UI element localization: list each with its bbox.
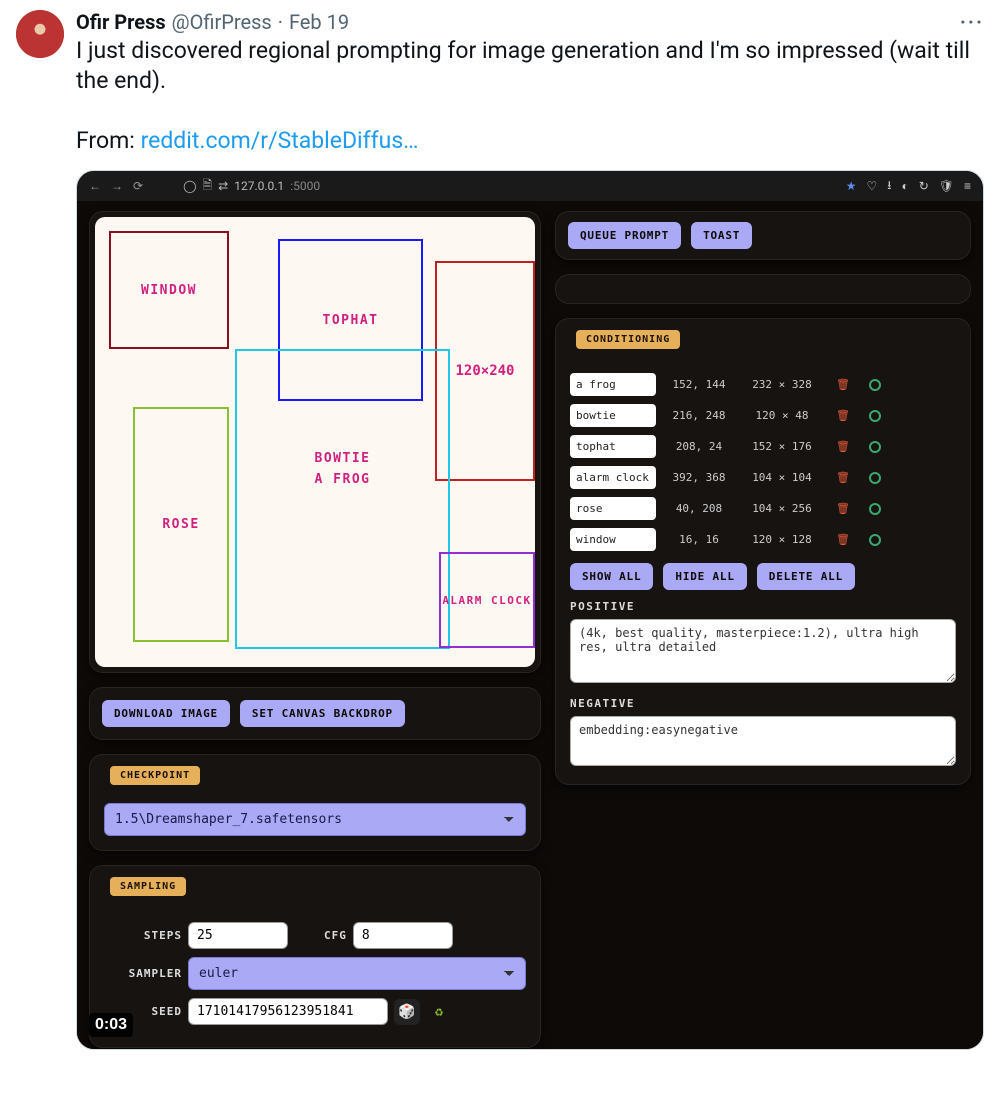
trash-icon[interactable]: 🗑 xyxy=(832,409,854,422)
set-canvas-backdrop-button[interactable]: SET CANVAS BACKDROP xyxy=(240,700,405,727)
recycle-icon[interactable]: ♻ xyxy=(426,999,452,1025)
conditioning-name-input[interactable] xyxy=(570,528,656,551)
conditioning-name-input[interactable] xyxy=(570,373,656,396)
download-image-button[interactable]: DOWNLOAD IMAGE xyxy=(102,700,230,727)
conditioning-size: 120 × 48 xyxy=(742,409,822,422)
steps-label: STEPS xyxy=(104,929,182,942)
tweet-date[interactable]: Feb 19 xyxy=(289,10,349,34)
queue-prompt-button[interactable]: QUEUE PROMPT xyxy=(568,222,681,249)
visibility-toggle-icon[interactable] xyxy=(869,441,881,453)
conditioning-name-input[interactable] xyxy=(570,466,656,489)
region-alarm-clock[interactable]: ALARM CLOCK xyxy=(439,552,535,648)
pocket-icon[interactable]: ♡ xyxy=(866,179,877,193)
conditioning-size: 152 × 176 xyxy=(742,440,822,453)
conditioning-position: 392, 368 xyxy=(666,471,732,484)
progress-bar xyxy=(555,274,971,304)
bookmark-star-icon[interactable]: ★ xyxy=(846,179,857,193)
conditioning-size: 104 × 256 xyxy=(742,502,822,515)
sampler-select[interactable]: euler xyxy=(188,957,526,990)
conditioning-size: 120 × 128 xyxy=(742,533,822,546)
checkpoint-select[interactable]: 1.5\Dreamshaper_7.safetensors xyxy=(104,803,526,836)
hide-all-button[interactable]: HIDE ALL xyxy=(663,563,746,590)
browser-toolbar: ← → ⟳ ◯ 🗎 ⇄ 127.0.0.1:5000 ★ ♡ ⭳ ◐ ↻ 🛡 ≡ xyxy=(77,171,983,201)
visibility-toggle-icon[interactable] xyxy=(869,379,881,391)
conditioning-position: 216, 248 xyxy=(666,409,732,422)
visibility-toggle-icon[interactable] xyxy=(869,503,881,515)
toast-button[interactable]: TOAST xyxy=(691,222,752,249)
trash-icon[interactable]: 🗑 xyxy=(832,440,854,453)
steps-input[interactable] xyxy=(188,922,288,949)
video-timestamp: 0:03 xyxy=(89,1013,133,1037)
region-canvas[interactable]: WINDOW TOPHAT 120×240 BOWTIE A FROG ROSE… xyxy=(95,217,535,667)
conditioning-position: 16, 16 xyxy=(666,533,732,546)
page-icon: 🗎 xyxy=(203,176,213,197)
conditioning-table: 152, 144 232 × 328 🗑 216, 248 120 × 48 🗑 208, … xyxy=(570,373,956,551)
region-window[interactable]: WINDOW xyxy=(109,231,229,349)
tweet-link[interactable]: reddit.com/r/StableDiffus… xyxy=(141,127,419,154)
shield-icon: ◯ xyxy=(183,179,196,193)
avatar[interactable] xyxy=(16,10,64,58)
region-frog[interactable]: BOWTIE A FROG xyxy=(235,349,450,649)
conditioning-name-input[interactable] xyxy=(570,435,656,458)
cfg-input[interactable] xyxy=(353,922,453,949)
positive-label: POSITIVE xyxy=(570,600,956,613)
back-icon[interactable]: ← xyxy=(89,179,101,193)
region-rose[interactable]: ROSE xyxy=(133,407,229,642)
negative-textarea[interactable] xyxy=(570,716,956,766)
conditioning-name-input[interactable] xyxy=(570,404,656,427)
menu-icon[interactable]: ≡ xyxy=(964,179,971,193)
tweet-text: I just discovered regional prompting for… xyxy=(76,36,984,156)
negative-label: NEGATIVE xyxy=(570,697,956,710)
region-dimensions[interactable]: 120×240 xyxy=(435,261,535,481)
conditioning-size: 232 × 328 xyxy=(742,378,822,391)
separator-dot: · xyxy=(278,10,283,34)
visibility-toggle-icon[interactable] xyxy=(869,534,881,546)
show-all-button[interactable]: SHOW ALL xyxy=(570,563,653,590)
trash-icon[interactable]: 🗑 xyxy=(832,471,854,484)
connection-icon: ⇄ xyxy=(218,179,228,193)
checkpoint-section-label: CHECKPOINT xyxy=(110,766,200,785)
conditioning-name-input[interactable] xyxy=(570,497,656,520)
sampling-section-label: SAMPLING xyxy=(110,877,186,896)
download-icon[interactable]: ⭳ xyxy=(887,176,891,197)
visibility-toggle-icon[interactable] xyxy=(869,410,881,422)
trash-icon[interactable]: 🗑 xyxy=(832,533,854,546)
display-name[interactable]: Ofir Press xyxy=(76,10,166,34)
conditioning-size: 104 × 104 xyxy=(742,471,822,484)
sampler-label: SAMPLER xyxy=(104,967,182,980)
delete-all-button[interactable]: DELETE ALL xyxy=(757,563,855,590)
account-icon[interactable]: ↻ xyxy=(919,179,929,193)
visibility-toggle-icon[interactable] xyxy=(869,472,881,484)
url-bar[interactable]: ◯ 🗎 ⇄ 127.0.0.1:5000 xyxy=(183,176,320,197)
dice-icon[interactable]: 🎲 xyxy=(394,999,420,1025)
reload-icon[interactable]: ⟳ xyxy=(133,179,143,193)
conditioning-position: 208, 24 xyxy=(666,440,732,453)
handle[interactable]: @OfirPress xyxy=(172,10,272,34)
positive-textarea[interactable] xyxy=(570,619,956,683)
seed-input[interactable] xyxy=(188,998,388,1025)
cfg-label: CFG xyxy=(324,929,347,942)
tweet-media[interactable]: ← → ⟳ ◯ 🗎 ⇄ 127.0.0.1:5000 ★ ♡ ⭳ ◐ ↻ 🛡 ≡ xyxy=(76,170,984,1050)
extension-icon[interactable]: ◐ xyxy=(901,179,908,193)
trash-icon[interactable]: 🗑 xyxy=(832,378,854,391)
conditioning-position: 40, 208 xyxy=(666,502,732,515)
shield-badge-icon[interactable]: 🛡 xyxy=(939,179,954,193)
more-menu-icon[interactable]: ··· xyxy=(960,10,984,34)
conditioning-section-label: CONDITIONING xyxy=(576,330,680,349)
forward-icon[interactable]: → xyxy=(111,179,123,193)
conditioning-position: 152, 144 xyxy=(666,378,732,391)
trash-icon[interactable]: 🗑 xyxy=(832,502,854,515)
